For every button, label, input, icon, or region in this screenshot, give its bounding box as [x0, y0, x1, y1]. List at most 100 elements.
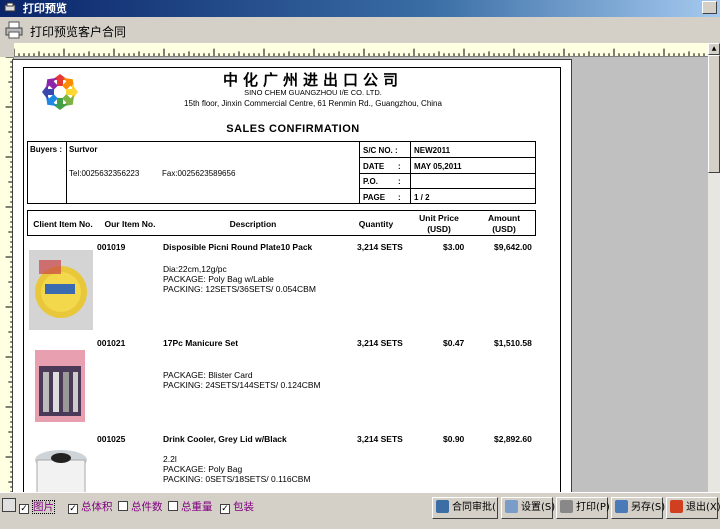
toolbar-title: 打印预览客户合同: [30, 25, 127, 39]
page-value: 1 / 2: [414, 193, 430, 202]
product-image-cooler: [29, 442, 93, 492]
buyer-fax: Fax:0025623589656: [162, 169, 236, 178]
item-quantity: 3,214 SETS: [357, 338, 403, 348]
item-package: PACKAGE: Blister Card: [163, 370, 253, 380]
item-unit-price: $3.00: [443, 242, 465, 252]
date-colon: :: [398, 162, 401, 171]
app-icon: [4, 2, 16, 12]
check-icon: ✓: [68, 504, 78, 514]
divider: [66, 142, 67, 203]
item-name: Drink Cooler, Grey Lid w/Black: [163, 434, 287, 444]
settings-button[interactable]: 设置(S): [501, 497, 556, 519]
preview-area[interactable]: 中化广州进出口公司 SINO CHEM GUANGZHOU I/E CO. LT…: [0, 43, 708, 492]
col-unit-price-unit: (USD): [427, 224, 451, 234]
item-amount: $1,510.58: [494, 338, 532, 348]
company-name-en: SINO CHEM GUANGZHOU I/E CO. LTD.: [244, 88, 382, 97]
item-package: PACKAGE: Poly Bag: [163, 464, 243, 474]
table-row: 001019 Disposible Picni Round Plate10 Pa…: [13, 240, 573, 335]
checkbox-pieces-label: 总件数: [131, 501, 163, 513]
close-button[interactable]: [702, 1, 717, 14]
contract-approve-label: 合同审批(: [452, 502, 496, 513]
product-image-manicure: [29, 346, 93, 426]
checkbox-weight[interactable]: 总重量: [168, 500, 213, 514]
po-colon: :: [398, 177, 401, 186]
checkbox-picture[interactable]: ✓ 图片: [19, 500, 55, 514]
buyer-tel: Tel:0025632356223: [69, 169, 140, 178]
window-title: 打印预览: [22, 2, 67, 15]
document-title: SALES CONFIRMATION: [226, 123, 360, 135]
item-our-no: 001021: [97, 338, 126, 348]
vertical-scrollbar[interactable]: ▲: [708, 43, 720, 492]
exit-label: 退出(X): [686, 502, 720, 513]
checkbox-pieces[interactable]: 总件数: [118, 500, 163, 514]
checkbox-picture-label: 图片: [32, 500, 55, 514]
view-toggle-button[interactable]: [2, 498, 16, 512]
drink-cooler-image: [29, 442, 93, 492]
sc-no-value: NEW2011: [414, 146, 451, 155]
checkbox-packing[interactable]: ✓ 包装: [220, 500, 254, 514]
company-name-cn: 中化广州进出口公司: [222, 71, 403, 89]
page-colon: :: [398, 193, 401, 202]
item-unit-price: $0.47: [443, 338, 465, 348]
check-icon: ✓: [220, 504, 230, 514]
divider: [359, 188, 535, 189]
item-amount: $9,642.00: [494, 242, 532, 252]
page-label: PAGE: [363, 193, 386, 202]
title-bar: 打印预览: [0, 0, 720, 17]
company-address: 15th floor, Jinxin Commercial Centre, 61…: [184, 99, 442, 108]
gear-icon: [505, 500, 518, 513]
table-row: 001025 Drink Cooler, Grey Lid w/Black 3,…: [13, 432, 573, 492]
item-packing: PACKING: 0SETS/18SETS/ 0.116CBM: [163, 474, 311, 484]
scroll-up-button[interactable]: ▲: [708, 43, 720, 55]
col-amount: Amount: [487, 213, 521, 223]
check-icon: ✓: [19, 504, 29, 514]
item-quantity: 3,214 SETS: [357, 242, 403, 252]
item-packing: PACKING: 12SETS/36SETS/ 0.054CBM: [163, 284, 316, 294]
sc-no-label: S/C NO. :: [363, 146, 398, 155]
date-value: MAY 05,2011: [414, 162, 462, 171]
col-client-item: Client Item No.: [33, 219, 93, 229]
horizontal-ruler: [14, 43, 708, 57]
contract-header-table: Buyers : Surtvor Tel:0025632356223 Fax:0…: [27, 141, 536, 204]
date-label: DATE: [363, 162, 385, 171]
buyer-name: Surtvor: [69, 145, 98, 154]
item-detail: 2.2l: [163, 454, 177, 464]
col-unit-price: Unit Price: [419, 213, 459, 223]
item-detail: Dia:22cm,12g/pc: [163, 264, 227, 274]
item-our-no: 001025: [97, 434, 126, 444]
toolbar: 打印预览客户合同: [0, 17, 720, 43]
col-description: Description: [229, 219, 277, 229]
exit-icon: [670, 500, 683, 513]
checkbox-packing-label: 包装: [233, 501, 254, 513]
checkbox-empty-icon: [118, 501, 128, 511]
save-as-button[interactable]: 另存(S): [611, 497, 665, 519]
checkbox-empty-icon: [168, 501, 178, 511]
buyers-label: Buyers :: [30, 145, 63, 154]
scroll-thumb[interactable]: [708, 55, 720, 173]
save-icon: [615, 500, 628, 513]
item-packing: PACKING: 24SETS/144SETS/ 0.124CBM: [163, 380, 321, 390]
table-row: 001021 17Pc Manicure Set 3,214 SETS $0.4…: [13, 336, 573, 431]
ruler-corner: [0, 43, 14, 57]
plate-image: [29, 250, 93, 330]
print-button[interactable]: 打印(P): [556, 497, 610, 519]
col-our-item: Our Item No.: [104, 219, 156, 229]
item-our-no: 001019: [97, 242, 126, 252]
checkbox-weight-label: 总重量: [181, 501, 213, 513]
printer-icon: [560, 500, 573, 513]
divider: [359, 173, 535, 174]
item-name: Disposible Picni Round Plate10 Pack: [163, 242, 313, 252]
contract-approve-button[interactable]: 合同审批(: [432, 497, 498, 519]
checkbox-volume-label: 总体积: [81, 501, 113, 513]
exit-button[interactable]: 退出(X): [666, 497, 720, 519]
col-amount-unit: (USD): [492, 224, 516, 234]
settings-label: 设置(S): [521, 502, 556, 513]
checkbox-volume[interactable]: ✓ 总体积: [68, 500, 113, 514]
bottom-bar: ✓ 图片 ✓ 总体积 总件数 总重量 ✓ 包装 合同审批( 设置(S) 打印(P) 另…: [0, 492, 720, 529]
item-unit-price: $0.90: [443, 434, 465, 444]
printer-icon: [5, 21, 23, 39]
product-image-plate: [29, 250, 93, 330]
item-package: PACKAGE: Poly Bag w/Lable: [163, 274, 274, 284]
print-label: 打印(P): [576, 502, 610, 513]
items-table-header: Client Item No. Our Item No. Description…: [27, 210, 536, 236]
